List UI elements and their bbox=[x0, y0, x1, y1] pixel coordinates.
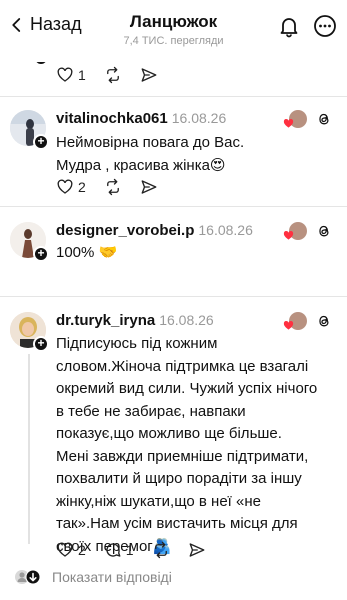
heart-filled-icon bbox=[283, 118, 294, 128]
comment-bubble-icon bbox=[106, 543, 121, 557]
comment-line: похвалити й щиро порадіти за іншу bbox=[56, 470, 302, 487]
heart-icon bbox=[57, 67, 73, 82]
like-button[interactable]: 2 bbox=[56, 541, 86, 559]
comment: + designer_vorobei.p 16.08.26 100% 🤝 bbox=[0, 206, 347, 296]
comment-badges bbox=[283, 110, 333, 128]
comment-actions: 2 bbox=[56, 178, 176, 196]
comment-badges bbox=[283, 222, 333, 240]
send-icon bbox=[141, 180, 157, 194]
comment-line: словом.Жіноча підтримка це взагалі bbox=[56, 357, 309, 375]
like-count: 1 bbox=[78, 67, 86, 83]
comment-line: Неймовірна повага до Вас. bbox=[56, 134, 245, 151]
reply-avatars-icon bbox=[15, 569, 41, 585]
comment-text: 100% 🤝 bbox=[56, 244, 118, 261]
send-icon bbox=[189, 543, 205, 557]
heart-filled-icon bbox=[283, 230, 294, 240]
comment-author[interactable]: vitalinochka061 16.08.26 bbox=[56, 110, 226, 127]
threads-icon[interactable] bbox=[315, 312, 333, 330]
comment-actions: 2 1 bbox=[56, 541, 224, 559]
send-icon bbox=[141, 68, 157, 82]
share-button[interactable] bbox=[140, 178, 158, 196]
threads-icon[interactable] bbox=[315, 110, 333, 128]
show-replies-label: Показати відповіді bbox=[52, 569, 172, 585]
comment-line: показує,що можливо ще більше. bbox=[56, 425, 282, 442]
repost-button[interactable] bbox=[104, 66, 122, 84]
show-replies-link[interactable]: Показати відповіді bbox=[14, 568, 172, 586]
threads-icon[interactable] bbox=[315, 222, 333, 240]
comment: + vitalinochka061 16.08.26 Неймовірна пов… bbox=[0, 96, 347, 206]
heart-icon bbox=[57, 179, 73, 194]
reply-count: 1 bbox=[125, 542, 134, 558]
comment-actions: 1 bbox=[56, 66, 176, 84]
like-button[interactable]: 2 bbox=[56, 178, 86, 196]
top-bar: Назад Ланцюжок 7,4 ТИС. перегляди bbox=[0, 0, 347, 62]
like-button[interactable]: 1 bbox=[56, 66, 86, 84]
bell-icon[interactable] bbox=[277, 14, 301, 38]
comment-line: окремий вид сили. Чужий успіх нічого bbox=[56, 380, 318, 397]
repost-button[interactable] bbox=[152, 541, 170, 559]
comment-date: 16.08.26 bbox=[171, 110, 227, 126]
comment-line: жінку,ніж шукати,що в неї «не bbox=[56, 492, 261, 510]
share-button[interactable] bbox=[188, 541, 206, 559]
comment-author[interactable]: designer_vorobei.p 16.08.26 bbox=[56, 222, 253, 239]
comment-line: Підписуюсь під кожним bbox=[56, 335, 218, 352]
share-button[interactable] bbox=[140, 66, 158, 84]
comment-text: Неймовірна повага до Вас. Мудра , красив… bbox=[56, 132, 338, 177]
comment-author[interactable]: dr.turyk_iryna 16.08.26 bbox=[56, 312, 214, 329]
follow-plus-icon[interactable]: + bbox=[33, 246, 49, 262]
comment-line: Мені завжди приемніше підтримати, bbox=[56, 447, 309, 465]
comment: + dr.turyk_iryna 16.08.26 Підписуюсь під … bbox=[0, 296, 347, 566]
reply-button[interactable]: 1 bbox=[104, 541, 134, 559]
like-count: 2 bbox=[78, 542, 86, 558]
comment-badges bbox=[283, 312, 333, 330]
repost-button[interactable] bbox=[104, 178, 122, 196]
like-count: 2 bbox=[78, 179, 86, 195]
heart-filled-icon bbox=[283, 320, 294, 330]
repost-icon bbox=[154, 541, 167, 559]
comment-line: так».Нам усім вистачить місця для bbox=[56, 515, 298, 532]
repost-icon bbox=[106, 178, 119, 196]
follow-plus-icon[interactable]: + bbox=[33, 336, 49, 352]
comment-text: Підписуюсь під кожним словом.Жіноча підт… bbox=[56, 333, 338, 558]
creator-liked-avatar bbox=[283, 222, 307, 240]
creator-liked-avatar bbox=[283, 312, 307, 330]
comment-line: в тебе не забирає, навпаки bbox=[56, 402, 246, 420]
comment-date: 16.08.26 bbox=[159, 312, 214, 328]
heart-icon bbox=[57, 542, 73, 557]
repost-icon bbox=[106, 66, 119, 84]
comment-date: 16.08.26 bbox=[198, 222, 253, 238]
comment-line: Мудра , красива жінка😍 bbox=[56, 156, 226, 174]
more-options-icon[interactable] bbox=[313, 14, 337, 38]
follow-plus-icon[interactable]: + bbox=[33, 134, 49, 150]
creator-liked-avatar bbox=[283, 110, 307, 128]
